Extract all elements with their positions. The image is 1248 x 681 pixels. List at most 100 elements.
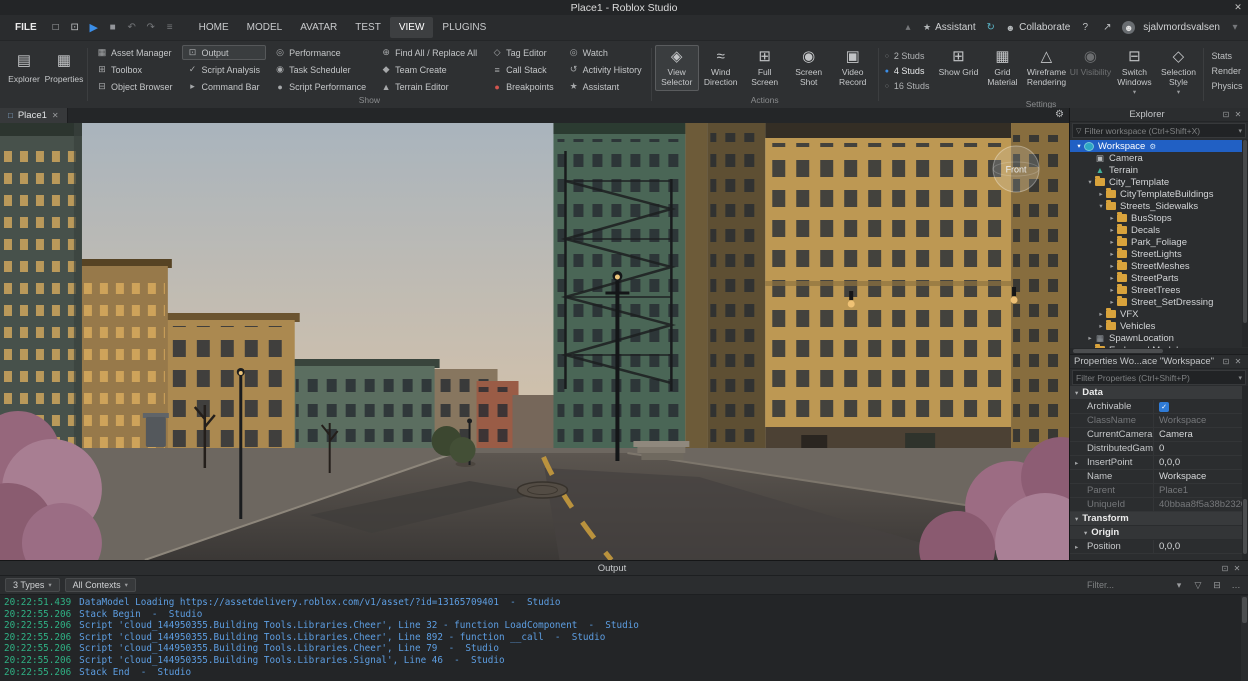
tree-item-streetmeshes[interactable]: ▸ StreetMeshes (1070, 260, 1248, 272)
screen-shot-button[interactable]: ◉ Screen Shot (787, 45, 831, 91)
section-data[interactable]: ▾ Data (1070, 386, 1248, 400)
output-filter-input[interactable] (1087, 580, 1167, 590)
document-tab-place1[interactable]: □ Place1 ✕ (0, 108, 68, 123)
tree-item-vfx[interactable]: ▸ VFX (1070, 308, 1248, 320)
show-item-team-create[interactable]: ◆Team Create (375, 62, 483, 77)
show-item-assistant[interactable]: ★Assistant (563, 79, 648, 94)
full-screen-button[interactable]: ⊞ Full Screen (743, 45, 787, 91)
tree-item-citytemplatebuildings[interactable]: ▸ CityTemplateBuildings (1070, 188, 1248, 200)
show-item-call-stack[interactable]: ≡Call Stack (486, 62, 560, 77)
types-filter-dropdown[interactable]: 3 Types ▾ (5, 578, 60, 592)
tree-item-terrain[interactable]: ▲ Terrain (1070, 164, 1248, 176)
chevron-right-icon[interactable]: ▸ (1075, 543, 1078, 551)
float-panel-icon[interactable]: ⊡ (1219, 564, 1231, 573)
stats-item-render[interactable]: Render (1211, 64, 1242, 78)
selection-style-button[interactable]: ◇ Selection Style ▾ (1156, 45, 1200, 99)
view-selector-cube[interactable]: Front (993, 146, 1039, 192)
new-file-icon[interactable]: □ (49, 22, 63, 33)
assistant-button[interactable]: ★ Assistant (923, 22, 976, 33)
show-item-breakpoints[interactable]: ●Breakpoints (486, 79, 560, 94)
section-origin[interactable]: ▾ Origin (1070, 526, 1248, 540)
show-grid-button[interactable]: ⊞ Show Grid (936, 45, 980, 82)
show-item-object-browser[interactable]: ⊟Object Browser (91, 79, 179, 94)
tree-item-street-setdressing[interactable]: ▸ Street_SetDressing (1070, 296, 1248, 308)
tree-item-decals[interactable]: ▸ Decals (1070, 224, 1248, 236)
stud-option-16[interactable]: ○16 Studs (885, 79, 930, 93)
chevron-right-icon[interactable]: ▸ (1107, 286, 1117, 294)
chevron-right-icon[interactable]: ▸ (1107, 214, 1117, 222)
properties-filter-input[interactable] (1076, 373, 1235, 383)
view-selector-button[interactable]: ◈ View Selector (655, 45, 699, 91)
undo-icon[interactable]: ↶ (125, 22, 139, 33)
show-item-terrain-editor[interactable]: ▲Terrain Editor (375, 79, 483, 94)
chevron-right-icon[interactable]: ▸ (1085, 334, 1095, 342)
properties-button[interactable]: ▦ Properties (44, 45, 84, 89)
tree-item-city-template[interactable]: ▾ City_Template (1070, 176, 1248, 188)
tab-avatar[interactable]: AVATAR (291, 17, 346, 38)
switch-windows-button[interactable]: ⊟ Switch Windows ▾ (1112, 45, 1156, 99)
show-item-performance[interactable]: ◎Performance (269, 45, 372, 60)
tree-item-vehicles[interactable]: ▸ Vehicles (1070, 320, 1248, 332)
user-avatar[interactable]: ☻ (1122, 21, 1135, 34)
funnel-icon[interactable]: ▽ (1191, 580, 1205, 591)
tree-item-camera[interactable]: ▣ Camera (1070, 152, 1248, 164)
show-item-toolbox[interactable]: ⊞Toolbox (91, 62, 179, 77)
tree-item-spawnlocation[interactable]: ▸ ▦ SpawnLocation (1070, 332, 1248, 344)
filter-caret-icon[interactable]: ▾ (1172, 580, 1186, 591)
chevron-right-icon[interactable]: ▸ (1107, 298, 1117, 306)
viewport-settings-gear-icon[interactable]: ⚙ (1055, 109, 1064, 120)
scroll-lock-icon[interactable]: ⊟ (1210, 580, 1224, 591)
show-item-command-bar[interactable]: ▸Command Bar (182, 79, 267, 94)
wireframe-rendering-button[interactable]: △ Wireframe Rendering (1024, 45, 1068, 91)
tree-item-streetparts[interactable]: ▸ StreetParts (1070, 272, 1248, 284)
chevron-right-icon[interactable]: ▸ (1107, 274, 1117, 282)
share-icon[interactable]: ↗ (1100, 22, 1114, 33)
float-panel-icon[interactable]: ⊡ (1220, 357, 1232, 366)
collapse-ribbon-icon[interactable]: ▴ (901, 22, 915, 33)
output-vertical-scrollbar[interactable] (1241, 596, 1248, 681)
chevron-right-icon[interactable]: ▸ (1107, 250, 1117, 258)
tab-plugins[interactable]: PLUGINS (433, 17, 495, 38)
tree-item-streets-sidewalks[interactable]: ▾ Streets_Sidewalks (1070, 200, 1248, 212)
stats-item-physics[interactable]: Physics (1211, 79, 1242, 93)
more-options-icon[interactable]: … (1229, 580, 1243, 590)
show-item-tag-editor[interactable]: ◇Tag Editor (486, 45, 560, 60)
tab-home[interactable]: HOME (190, 17, 238, 38)
show-item-script-analysis[interactable]: ✓Script Analysis (182, 62, 267, 77)
explorer-horizontal-scrollbar[interactable] (1070, 348, 1248, 354)
chevron-right-icon[interactable]: ▸ (1107, 226, 1117, 234)
filter-caret-icon[interactable]: ▾ (1238, 127, 1242, 135)
filter-caret-icon[interactable]: ▾ (1238, 374, 1242, 382)
explorer-button[interactable]: ▤ Explorer (4, 45, 44, 89)
show-item-script-performance[interactable]: ●Script Performance (269, 79, 372, 94)
wind-direction-button[interactable]: ≈ Wind Direction (699, 45, 743, 91)
help-icon[interactable]: ? (1078, 22, 1092, 33)
explorer-filter-input[interactable] (1084, 126, 1235, 136)
tree-item-busstops[interactable]: ▸ BusStops (1070, 212, 1248, 224)
show-item-find-all[interactable]: ⊕Find All / Replace All (375, 45, 483, 60)
show-item-activity-history[interactable]: ↺Activity History (563, 62, 648, 77)
show-item-watch[interactable]: ◎Watch (563, 45, 648, 60)
explorer-vertical-scrollbar[interactable] (1242, 139, 1248, 347)
file-menu-button[interactable]: FILE (8, 19, 44, 36)
close-tab-icon[interactable]: ✕ (52, 111, 59, 120)
chevron-down-icon[interactable]: ▾ (1074, 142, 1084, 150)
tree-item-streettrees[interactable]: ▸ StreetTrees (1070, 284, 1248, 296)
output-log[interactable]: 20:22:51.439DataModel Loading https://as… (0, 595, 1248, 681)
tree-item-streetlights[interactable]: ▸ StreetLights (1070, 248, 1248, 260)
user-menu-caret-icon[interactable]: ▾ (1228, 22, 1242, 33)
stats-item-stats[interactable]: Stats (1211, 49, 1242, 63)
tab-test[interactable]: TEST (346, 17, 390, 38)
chevron-right-icon[interactable]: ▸ (1075, 459, 1078, 467)
tree-item-park-foliage[interactable]: ▸ Park_Foliage (1070, 236, 1248, 248)
redo-icon[interactable]: ↷ (144, 22, 158, 33)
show-item-task-scheduler[interactable]: ◉Task Scheduler (269, 62, 372, 77)
collaborate-button[interactable]: ☻ Collaborate (1006, 22, 1071, 33)
chevron-right-icon[interactable]: ▸ (1107, 238, 1117, 246)
show-item-output[interactable]: ⊡Output (182, 45, 267, 60)
tab-view[interactable]: VIEW (390, 17, 434, 38)
stop-icon[interactable]: ■ (106, 22, 120, 33)
float-panel-icon[interactable]: ⊡ (1220, 110, 1232, 119)
play-icon[interactable]: ▶ (87, 21, 101, 34)
tab-model[interactable]: MODEL (238, 17, 292, 38)
